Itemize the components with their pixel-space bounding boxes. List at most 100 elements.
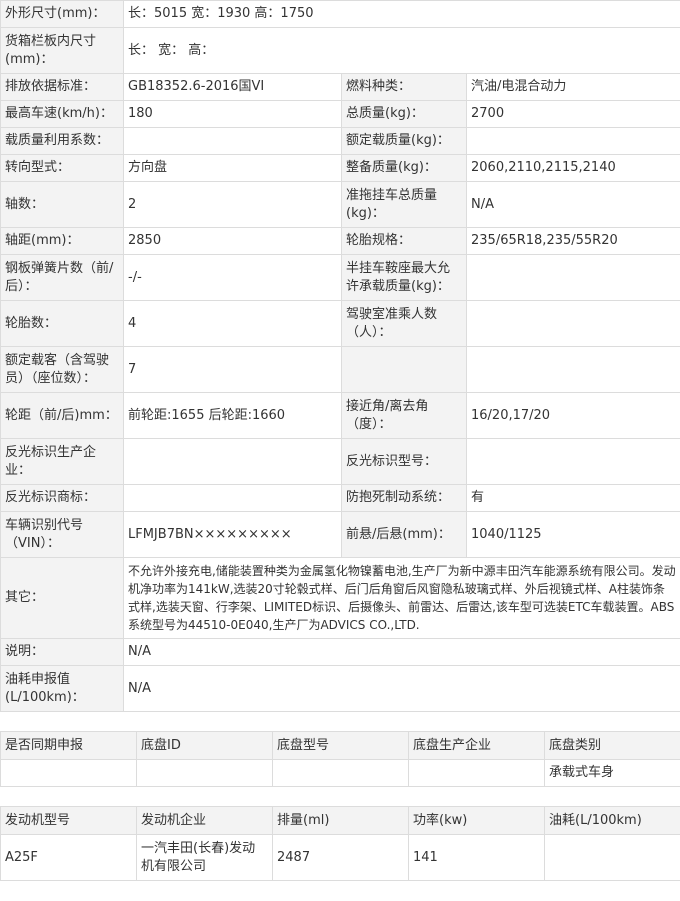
spec-value: -/- [123, 254, 342, 301]
spec-row-dimensions: 外形尺寸(mm)： 长：5015 宽：1930 高：1750 [0, 0, 680, 28]
spec-value-other: 不允许外接充电,储能装置种类为金属氢化物镍蓄电池,生产厂为新中源丰田汽车能源系统… [123, 557, 680, 639]
spec-value: 汽油/电混合动力 [466, 73, 680, 101]
spec-value: N/A [123, 638, 680, 666]
engine-header-cell: 发动机企业 [136, 806, 273, 835]
spec-row: 载质量利用系数： 额定载质量(kg)： [0, 127, 680, 155]
spec-label: 燃料种类： [341, 73, 467, 101]
spec-value: 长：5015 宽：1930 高：1750 [123, 0, 680, 28]
spec-label: 整备质量(kg)： [341, 154, 467, 182]
spec-row-cargo-box: 货箱栏板内尺寸(mm)： 长： 宽： 高： [0, 27, 680, 74]
spec-row-fuel: 油耗申报值(L/100km)： N/A [0, 665, 680, 712]
chassis-cell [0, 759, 137, 787]
spec-value: LFMJB7BN××××××××× [123, 511, 342, 558]
spec-label: 反光标识商标： [0, 484, 124, 512]
spec-label: 油耗申报值(L/100km)： [0, 665, 124, 712]
spec-label: 轴距(mm)： [0, 227, 124, 255]
chassis-cell: 承载式车身 [544, 759, 680, 787]
engine-cell: A25F [0, 834, 137, 881]
spec-label: 准拖挂车总质量(kg)： [341, 181, 467, 228]
engine-header-row: 发动机型号 发动机企业 排量(ml) 功率(kw) 油耗(L/100km) [0, 806, 680, 835]
spec-row: 轮胎数： 4 驾驶室准乘人数（人）： [0, 300, 680, 347]
spec-row: 车辆识别代号（VIN）： LFMJB7BN××××××××× 前悬/后悬(mm)… [0, 511, 680, 558]
chassis-cell [272, 759, 409, 787]
spec-value: 1040/1125 [466, 511, 680, 558]
chassis-data-row: 承载式车身 [0, 759, 680, 787]
engine-data-row: A25F 一汽丰田(长春)发动机有限公司 2487 141 [0, 834, 680, 881]
spec-label: 最高车速(km/h)： [0, 100, 124, 128]
spec-label: 载质量利用系数： [0, 127, 124, 155]
spec-value: GB18352.6-2016国VI [123, 73, 342, 101]
spec-value [466, 438, 680, 485]
spec-row: 转向型式： 方向盘 整备质量(kg)： 2060,2110,2115,2140 [0, 154, 680, 182]
spec-label [341, 346, 467, 393]
spec-value [123, 438, 342, 485]
spec-value: 2 [123, 181, 342, 228]
spec-label: 其它： [0, 557, 124, 639]
spec-label: 车辆识别代号（VIN）： [0, 511, 124, 558]
spec-row: 反光标识生产企业： 反光标识型号： [0, 438, 680, 485]
spec-label: 轮胎规格： [341, 227, 467, 255]
spec-label: 前悬/后悬(mm)： [341, 511, 467, 558]
spec-value: 16/20,17/20 [466, 392, 680, 439]
spec-value: 235/65R18,235/55R20 [466, 227, 680, 255]
spec-label: 总质量(kg)： [341, 100, 467, 128]
spec-row: 轴距(mm)： 2850 轮胎规格： 235/65R18,235/55R20 [0, 227, 680, 255]
spec-label: 轮距（前/后)mm： [0, 392, 124, 439]
engine-table: 发动机型号 发动机企业 排量(ml) 功率(kw) 油耗(L/100km) A2… [0, 806, 680, 881]
spec-label: 货箱栏板内尺寸(mm)： [0, 27, 124, 74]
chassis-header-cell: 底盘生产企业 [408, 731, 545, 760]
spec-value: 前轮距:1655 后轮距:1660 [123, 392, 342, 439]
spec-row: 最高车速(km/h)： 180 总质量(kg)： 2700 [0, 100, 680, 128]
spec-label: 钢板弹簧片数（前/后）： [0, 254, 124, 301]
spec-value: 方向盘 [123, 154, 342, 182]
spec-row: 钢板弹簧片数（前/后）： -/- 半挂车鞍座最大允许承载质量(kg)： [0, 254, 680, 301]
spec-label: 额定载客（含驾驶员）（座位数）： [0, 346, 124, 393]
engine-header-cell: 油耗(L/100km) [544, 806, 680, 835]
spec-value [466, 346, 680, 393]
spec-label: 驾驶室准乘人数（人）： [341, 300, 467, 347]
spec-value [466, 127, 680, 155]
engine-header-cell: 排量(ml) [272, 806, 409, 835]
chassis-header-cell: 是否同期申报 [0, 731, 137, 760]
chassis-header-cell: 底盘类别 [544, 731, 680, 760]
engine-cell [544, 834, 680, 881]
spec-value: N/A [466, 181, 680, 228]
spec-value [123, 127, 342, 155]
spec-value: 7 [123, 346, 342, 393]
engine-cell: 一汽丰田(长春)发动机有限公司 [136, 834, 273, 881]
spec-label: 转向型式： [0, 154, 124, 182]
spec-label: 额定载质量(kg)： [341, 127, 467, 155]
spec-value: 2850 [123, 227, 342, 255]
spec-row: 轴数： 2 准拖挂车总质量(kg)： N/A [0, 181, 680, 228]
spec-row: 轮距（前/后)mm： 前轮距:1655 后轮距:1660 接近角/离去角（度）：… [0, 392, 680, 439]
chassis-header-row: 是否同期申报 底盘ID 底盘型号 底盘生产企业 底盘类别 [0, 731, 680, 760]
spec-value: N/A [123, 665, 680, 712]
spec-label: 排放依据标准： [0, 73, 124, 101]
spec-row: 额定载客（含驾驶员）（座位数）： 7 [0, 346, 680, 393]
spec-label: 外形尺寸(mm)： [0, 0, 124, 28]
chassis-table: 是否同期申报 底盘ID 底盘型号 底盘生产企业 底盘类别 承载式车身 [0, 731, 680, 787]
spec-label: 说明： [0, 638, 124, 666]
spec-row: 排放依据标准： GB18352.6-2016国VI 燃料种类： 汽油/电混合动力 [0, 73, 680, 101]
spec-label: 轴数： [0, 181, 124, 228]
engine-cell: 141 [408, 834, 545, 881]
spec-label: 反光标识型号： [341, 438, 467, 485]
vehicle-spec-table: 外形尺寸(mm)： 长：5015 宽：1930 高：1750 货箱栏板内尺寸(m… [0, 0, 680, 712]
spec-row: 反光标识商标： 防抱死制动系统： 有 [0, 484, 680, 512]
spec-value: 4 [123, 300, 342, 347]
spec-label: 半挂车鞍座最大允许承载质量(kg)： [341, 254, 467, 301]
spec-row-note: 说明： N/A [0, 638, 680, 666]
spec-label: 反光标识生产企业： [0, 438, 124, 485]
spec-label: 接近角/离去角（度）： [341, 392, 467, 439]
spec-value: 2700 [466, 100, 680, 128]
spec-value: 有 [466, 484, 680, 512]
spec-row-other: 其它： 不允许外接充电,储能装置种类为金属氢化物镍蓄电池,生产厂为新中源丰田汽车… [0, 557, 680, 639]
engine-header-cell: 发动机型号 [0, 806, 137, 835]
engine-cell: 2487 [272, 834, 409, 881]
chassis-header-cell: 底盘型号 [272, 731, 409, 760]
spec-value: 2060,2110,2115,2140 [466, 154, 680, 182]
chassis-cell [136, 759, 273, 787]
spec-value: 180 [123, 100, 342, 128]
